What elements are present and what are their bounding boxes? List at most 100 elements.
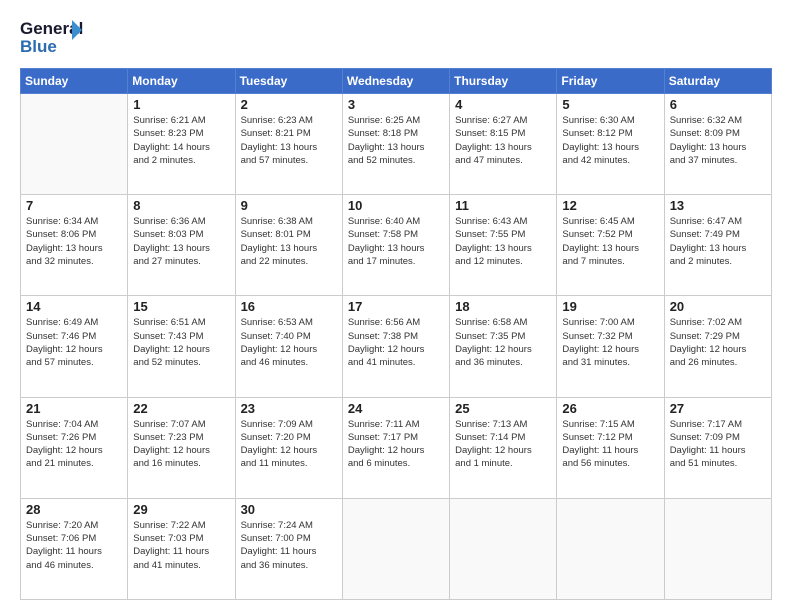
- calendar-cell: 21 Sunrise: 7:04 AMSunset: 7:26 PMDayligh…: [21, 397, 128, 498]
- calendar-cell: [21, 94, 128, 195]
- cell-info: Sunrise: 6:56 AMSunset: 7:38 PMDaylight:…: [348, 316, 444, 369]
- weekday-sunday: Sunday: [21, 69, 128, 94]
- calendar-cell: 10 Sunrise: 6:40 AMSunset: 7:58 PMDayligh…: [342, 195, 449, 296]
- cell-info: Sunrise: 6:32 AMSunset: 8:09 PMDaylight:…: [670, 114, 766, 167]
- weekday-friday: Friday: [557, 69, 664, 94]
- calendar-cell: 7Sunrise: 6:34 AMSunset: 8:06 PMDaylight…: [21, 195, 128, 296]
- cell-info: Sunrise: 6:58 AMSunset: 7:35 PMDaylight:…: [455, 316, 551, 369]
- calendar-cell: 2Sunrise: 6:23 AMSunset: 8:21 PMDaylight…: [235, 94, 342, 195]
- cell-info: Sunrise: 6:51 AMSunset: 7:43 PMDaylight:…: [133, 316, 229, 369]
- cell-info: Sunrise: 7:00 AMSunset: 7:32 PMDaylight:…: [562, 316, 658, 369]
- calendar-cell: 29Sunrise: 7:22 AMSunset: 7:03 PMDayligh…: [128, 498, 235, 599]
- calendar-cell: 16 Sunrise: 6:53 AMSunset: 7:40 PMDayligh…: [235, 296, 342, 397]
- cell-info: Sunrise: 6:38 AMSunset: 8:01 PMDaylight:…: [241, 215, 337, 268]
- weekday-tuesday: Tuesday: [235, 69, 342, 94]
- cell-info: Sunrise: 7:11 AMSunset: 7:17 PMDaylight:…: [348, 418, 444, 471]
- day-number: 20: [670, 299, 766, 314]
- cell-info: Sunrise: 6:34 AMSunset: 8:06 PMDaylight:…: [26, 215, 122, 268]
- week-row-1: 1 Sunrise: 6:21 AMSunset: 8:23 PMDaylight…: [21, 94, 772, 195]
- calendar-cell: [557, 498, 664, 599]
- cell-info: Sunrise: 7:22 AMSunset: 7:03 PMDaylight:…: [133, 519, 229, 572]
- weekday-wednesday: Wednesday: [342, 69, 449, 94]
- day-number: 15: [133, 299, 229, 314]
- calendar-cell: 23 Sunrise: 7:09 AMSunset: 7:20 PMDayligh…: [235, 397, 342, 498]
- day-number: 13: [670, 198, 766, 213]
- calendar-cell: 13 Sunrise: 6:47 AMSunset: 7:49 PMDayligh…: [664, 195, 771, 296]
- day-number: 16: [241, 299, 337, 314]
- day-number: 17: [348, 299, 444, 314]
- day-number: 26: [562, 401, 658, 416]
- day-number: 10: [348, 198, 444, 213]
- day-number: 28: [26, 502, 122, 517]
- cell-info: Sunrise: 7:09 AMSunset: 7:20 PMDaylight:…: [241, 418, 337, 471]
- week-row-2: 7Sunrise: 6:34 AMSunset: 8:06 PMDaylight…: [21, 195, 772, 296]
- cell-info: Sunrise: 6:47 AMSunset: 7:49 PMDaylight:…: [670, 215, 766, 268]
- day-number: 30: [241, 502, 337, 517]
- calendar-cell: 20Sunrise: 7:02 AMSunset: 7:29 PMDayligh…: [664, 296, 771, 397]
- calendar-cell: 11 Sunrise: 6:43 AMSunset: 7:55 PMDayligh…: [450, 195, 557, 296]
- week-row-4: 21 Sunrise: 7:04 AMSunset: 7:26 PMDayligh…: [21, 397, 772, 498]
- cell-info: Sunrise: 6:43 AMSunset: 7:55 PMDaylight:…: [455, 215, 551, 268]
- day-number: 24: [348, 401, 444, 416]
- day-number: 21: [26, 401, 122, 416]
- calendar-cell: 4Sunrise: 6:27 AMSunset: 8:15 PMDaylight…: [450, 94, 557, 195]
- svg-text:Blue: Blue: [20, 37, 57, 56]
- day-number: 6: [670, 97, 766, 112]
- calendar-cell: [450, 498, 557, 599]
- calendar-cell: 17 Sunrise: 6:56 AMSunset: 7:38 PMDayligh…: [342, 296, 449, 397]
- calendar-cell: 25 Sunrise: 7:13 AMSunset: 7:14 PMDayligh…: [450, 397, 557, 498]
- calendar-cell: 24 Sunrise: 7:11 AMSunset: 7:17 PMDayligh…: [342, 397, 449, 498]
- weekday-thursday: Thursday: [450, 69, 557, 94]
- calendar-cell: 19 Sunrise: 7:00 AMSunset: 7:32 PMDayligh…: [557, 296, 664, 397]
- cell-info: Sunrise: 7:13 AMSunset: 7:14 PMDaylight:…: [455, 418, 551, 471]
- day-number: 25: [455, 401, 551, 416]
- cell-info: Sunrise: 6:53 AMSunset: 7:40 PMDaylight:…: [241, 316, 337, 369]
- calendar-cell: 30 Sunrise: 7:24 AMSunset: 7:00 PMDayligh…: [235, 498, 342, 599]
- calendar-cell: 6 Sunrise: 6:32 AMSunset: 8:09 PMDaylight…: [664, 94, 771, 195]
- day-number: 23: [241, 401, 337, 416]
- cell-info: Sunrise: 6:40 AMSunset: 7:58 PMDaylight:…: [348, 215, 444, 268]
- day-number: 12: [562, 198, 658, 213]
- cell-info: Sunrise: 7:24 AMSunset: 7:00 PMDaylight:…: [241, 519, 337, 572]
- calendar-cell: 28 Sunrise: 7:20 AMSunset: 7:06 PMDayligh…: [21, 498, 128, 599]
- day-number: 11: [455, 198, 551, 213]
- calendar-cell: 1 Sunrise: 6:21 AMSunset: 8:23 PMDaylight…: [128, 94, 235, 195]
- day-number: 22: [133, 401, 229, 416]
- cell-info: Sunrise: 7:17 AMSunset: 7:09 PMDaylight:…: [670, 418, 766, 471]
- calendar-table: SundayMondayTuesdayWednesdayThursdayFrid…: [20, 68, 772, 600]
- cell-info: Sunrise: 7:15 AMSunset: 7:12 PMDaylight:…: [562, 418, 658, 471]
- day-number: 9: [241, 198, 337, 213]
- calendar-cell: 15 Sunrise: 6:51 AMSunset: 7:43 PMDayligh…: [128, 296, 235, 397]
- cell-info: Sunrise: 6:21 AMSunset: 8:23 PMDaylight:…: [133, 114, 229, 167]
- week-row-5: 28 Sunrise: 7:20 AMSunset: 7:06 PMDayligh…: [21, 498, 772, 599]
- weekday-monday: Monday: [128, 69, 235, 94]
- logo: GeneralBlue: [20, 16, 90, 58]
- day-number: 5: [562, 97, 658, 112]
- day-number: 14: [26, 299, 122, 314]
- calendar-cell: 9 Sunrise: 6:38 AMSunset: 8:01 PMDaylight…: [235, 195, 342, 296]
- cell-info: Sunrise: 6:49 AMSunset: 7:46 PMDaylight:…: [26, 316, 122, 369]
- day-number: 18: [455, 299, 551, 314]
- cell-info: Sunrise: 6:25 AMSunset: 8:18 PMDaylight:…: [348, 114, 444, 167]
- cell-info: Sunrise: 7:07 AMSunset: 7:23 PMDaylight:…: [133, 418, 229, 471]
- day-number: 2: [241, 97, 337, 112]
- weekday-header-row: SundayMondayTuesdayWednesdayThursdayFrid…: [21, 69, 772, 94]
- day-number: 27: [670, 401, 766, 416]
- logo-svg: GeneralBlue: [20, 16, 90, 58]
- weekday-saturday: Saturday: [664, 69, 771, 94]
- header: GeneralBlue: [20, 16, 772, 58]
- cell-info: Sunrise: 7:04 AMSunset: 7:26 PMDaylight:…: [26, 418, 122, 471]
- calendar-cell: 22 Sunrise: 7:07 AMSunset: 7:23 PMDayligh…: [128, 397, 235, 498]
- calendar-cell: 18 Sunrise: 6:58 AMSunset: 7:35 PMDayligh…: [450, 296, 557, 397]
- day-number: 4: [455, 97, 551, 112]
- day-number: 1: [133, 97, 229, 112]
- cell-info: Sunrise: 6:30 AMSunset: 8:12 PMDaylight:…: [562, 114, 658, 167]
- calendar-cell: 12 Sunrise: 6:45 AMSunset: 7:52 PMDayligh…: [557, 195, 664, 296]
- calendar-cell: [664, 498, 771, 599]
- cell-info: Sunrise: 6:45 AMSunset: 7:52 PMDaylight:…: [562, 215, 658, 268]
- calendar-cell: 3 Sunrise: 6:25 AMSunset: 8:18 PMDaylight…: [342, 94, 449, 195]
- day-number: 3: [348, 97, 444, 112]
- calendar-cell: 26 Sunrise: 7:15 AMSunset: 7:12 PMDayligh…: [557, 397, 664, 498]
- day-number: 19: [562, 299, 658, 314]
- cell-info: Sunrise: 7:20 AMSunset: 7:06 PMDaylight:…: [26, 519, 122, 572]
